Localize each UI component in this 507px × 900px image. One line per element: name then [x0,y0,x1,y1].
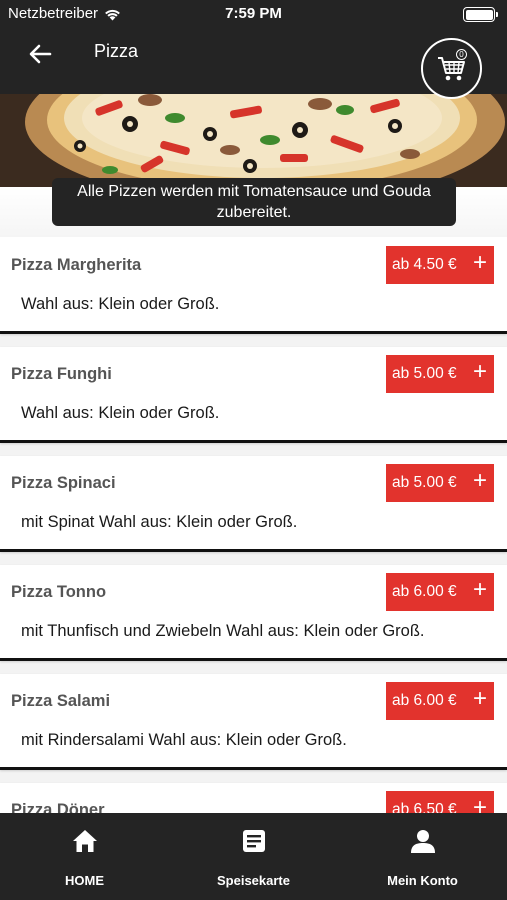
home-icon [71,827,99,855]
plus-icon: + [472,685,487,712]
product-name: Pizza Spinaci [11,474,116,492]
product-card[interactable]: Pizza Döner ab 6.50 € + [0,783,507,813]
product-name: Pizza Margherita [11,256,142,274]
product-name: Pizza Salami [11,692,111,710]
battery-level [465,9,493,20]
bottom-navigation: HOME Speisekarte Mein Konto [0,813,507,900]
add-to-cart-button[interactable]: ab 6.50 € + [386,791,494,813]
nav-home[interactable]: HOME [0,813,169,900]
app-header: Pizza 0 [0,28,507,99]
price-label: ab 5.00 € [392,474,457,491]
price-label: ab 5.00 € [392,365,457,382]
nav-label: HOME [65,873,104,888]
plus-icon: + [472,249,487,276]
page-title: Pizza [94,41,139,61]
status-time: 7:59 PM [225,5,282,22]
user-icon [409,827,437,855]
arrow-left-icon [29,44,52,64]
product-list[interactable]: Pizza Margherita ab 4.50 € + Wahl aus: K… [0,238,507,813]
product-description: mit Rindersalami Wahl aus: Klein oder Gr… [21,731,347,749]
product-description: mit Thunfisch und Zwiebeln Wahl aus: Kle… [21,622,425,640]
price-label: ab 4.50 € [392,256,457,273]
add-to-cart-button[interactable]: ab 5.00 € + [386,464,494,502]
add-to-cart-button[interactable]: ab 6.00 € + [386,573,494,611]
product-card[interactable]: Pizza Salami ab 6.00 € + mit Rindersalam… [0,674,507,770]
price-label: ab 6.00 € [392,692,457,709]
product-name: Pizza Tonno [11,583,107,601]
plus-icon: + [472,794,487,814]
product-name: Pizza Funghi [11,365,112,383]
add-to-cart-button[interactable]: ab 4.50 € + [386,246,494,284]
product-card[interactable]: Pizza Spinaci ab 5.00 € + mit Spinat Wah… [0,456,507,552]
plus-icon: + [472,467,487,494]
pizza-photo [0,94,507,187]
cart-count-badge: 0 [456,49,467,60]
info-banner: Alle Pizzen werden mit Tomatensauce und … [52,178,456,226]
back-button[interactable] [26,40,54,68]
cart-button[interactable]: 0 [421,38,482,99]
nav-mein-konto[interactable]: Mein Konto [338,813,507,900]
product-description: mit Spinat Wahl aus: Klein oder Groß. [21,513,298,531]
nav-speisekarte[interactable]: Speisekarte [169,813,338,900]
menu-list-icon [240,827,268,855]
pizza-illustration [0,94,507,187]
status-bar: Netzbetreiber 7:59 PM [0,0,507,28]
nav-label: Mein Konto [387,873,458,888]
plus-icon: + [472,576,487,603]
add-to-cart-button[interactable]: ab 5.00 € + [386,355,494,393]
product-description: Wahl aus: Klein oder Groß. [21,404,220,422]
product-name: Pizza Döner [11,801,105,813]
nav-label: Speisekarte [217,873,290,888]
product-card[interactable]: Pizza Funghi ab 5.00 € + Wahl aus: Klein… [0,347,507,443]
price-label: ab 6.50 € [392,801,457,813]
product-card[interactable]: Pizza Margherita ab 4.50 € + Wahl aus: K… [0,238,507,334]
product-description: Wahl aus: Klein oder Groß. [21,295,220,313]
battery-icon [463,7,498,22]
plus-icon: + [472,358,487,385]
product-card[interactable]: Pizza Tonno ab 6.00 € + mit Thunfisch un… [0,565,507,661]
add-to-cart-button[interactable]: ab 6.00 € + [386,682,494,720]
price-label: ab 6.00 € [392,583,457,600]
